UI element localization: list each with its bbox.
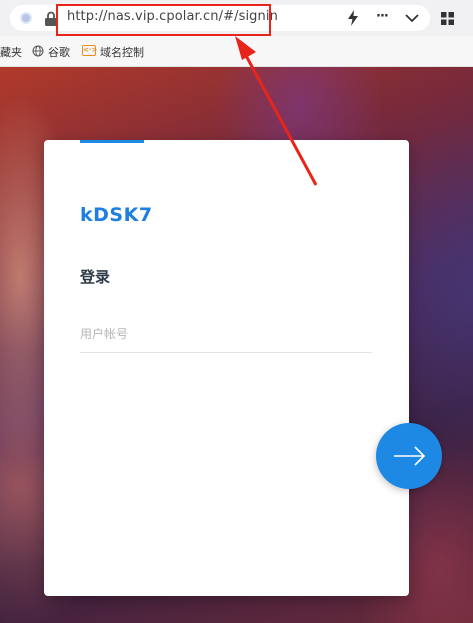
chevron-down-icon[interactable] — [405, 13, 419, 23]
card-accent-bar — [80, 140, 144, 143]
lightning-icon[interactable] — [347, 10, 359, 26]
globe-icon — [32, 45, 44, 57]
login-heading: 登录 — [80, 268, 111, 286]
browser-toolbar: http://nas.vip.cpolar.cn/#/signin ··· — [0, 0, 473, 36]
arrow-right-icon — [394, 446, 426, 466]
username-input[interactable] — [80, 316, 372, 353]
more-icon[interactable]: ··· — [376, 9, 389, 24]
url-highlight-box — [56, 4, 271, 36]
domain-bookmark-icon: <·> — [82, 45, 98, 56]
bookmark-domain-control[interactable]: 域名控制 — [100, 44, 144, 60]
apps-grid-icon[interactable] — [441, 12, 454, 25]
bookmark-google[interactable]: 谷歌 — [48, 44, 70, 60]
app-name: kDSK7 — [80, 204, 153, 226]
bookmarks-bar: 藏夹 谷歌 <·> 域名控制 — [0, 36, 473, 67]
bookmark-favorites[interactable]: 藏夹 — [0, 44, 22, 60]
site-info-icon[interactable] — [22, 14, 30, 22]
login-card: kDSK7 登录 — [44, 140, 409, 596]
next-button[interactable] — [376, 423, 442, 489]
